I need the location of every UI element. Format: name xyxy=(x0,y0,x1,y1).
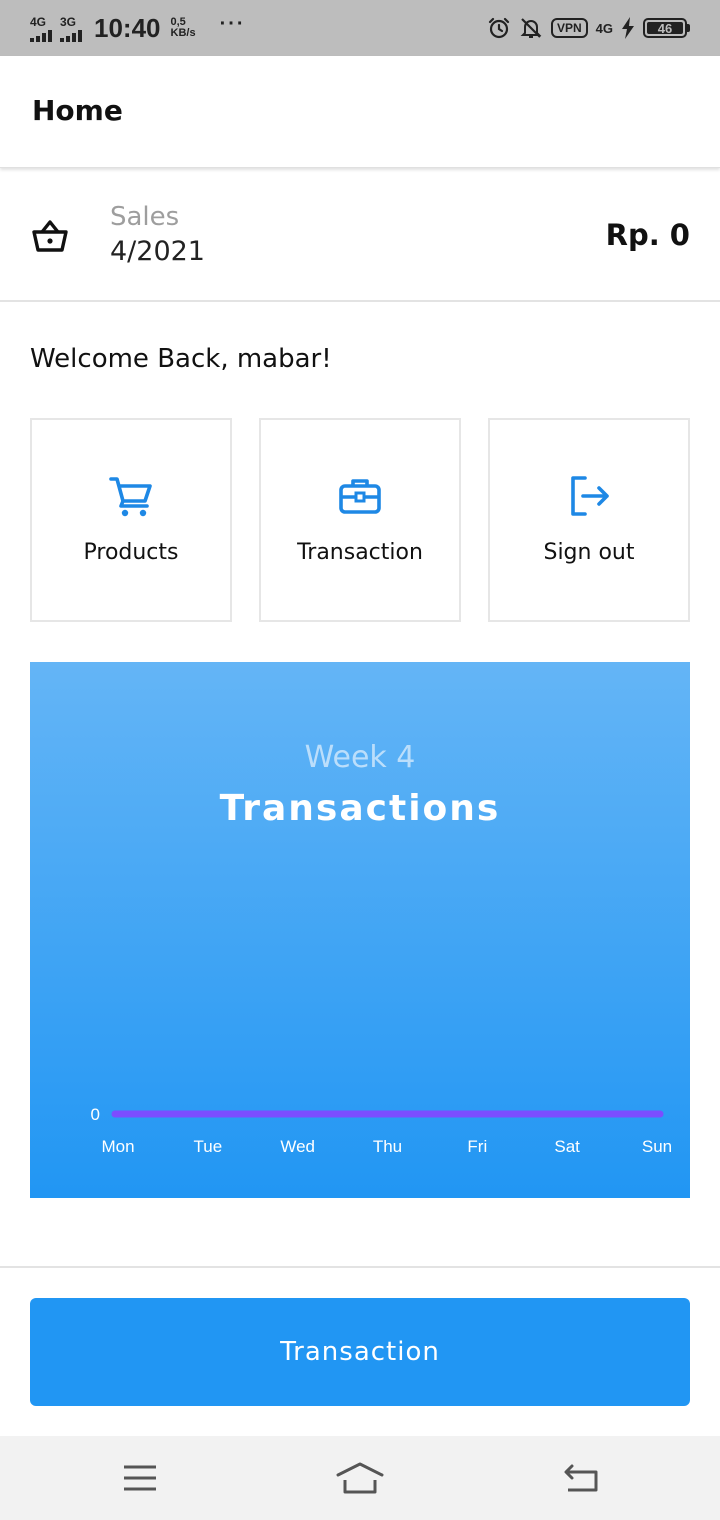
sim2-signal-icon: 3G xyxy=(60,15,82,42)
x-tick-label: Wed xyxy=(280,1137,315,1156)
clock: 10:40 xyxy=(94,12,161,43)
sales-summary: Sales 4/2021 Rp. 0 xyxy=(0,170,720,302)
x-tick-label: Fri xyxy=(467,1137,487,1156)
menu-icon xyxy=(124,1465,156,1491)
vpn-icon: VPN xyxy=(550,18,588,38)
page-title: Home xyxy=(32,94,123,127)
basket-icon xyxy=(32,220,68,252)
y-tick-label: 0 xyxy=(91,1105,100,1124)
sign-out-label: Sign out xyxy=(543,540,635,565)
transaction-card[interactable]: Transaction xyxy=(259,418,461,622)
alarm-icon xyxy=(488,17,510,39)
home-button[interactable] xyxy=(334,1456,386,1500)
x-tick-label: Thu xyxy=(373,1137,402,1156)
products-label: Products xyxy=(83,540,179,565)
welcome-message: Welcome Back, mabar! xyxy=(30,344,332,374)
cart-icon xyxy=(109,477,152,517)
transaction-label: Transaction xyxy=(297,540,423,565)
products-card[interactable]: Products xyxy=(30,418,232,622)
sim1-signal-icon: 4G xyxy=(30,15,52,42)
x-tick-label: Sun xyxy=(642,1137,672,1156)
menu-button[interactable] xyxy=(118,1456,162,1500)
sign-out-card[interactable]: Sign out xyxy=(488,418,690,622)
notifications-off-icon xyxy=(520,18,542,38)
charging-icon xyxy=(622,17,634,39)
x-tick-label: Sat xyxy=(554,1137,580,1156)
sales-period: 4/2021 xyxy=(110,236,205,267)
back-icon xyxy=(564,1464,598,1492)
transaction-button[interactable]: Transaction xyxy=(30,1298,690,1406)
status-bar: 4G 3G 10:40 0,5 KB/s ··· VPN 4G 46 xyxy=(0,0,720,56)
transactions-chart: Week 4 Transactions 0 Mon Tue Wed Thu Fri Sat S… xyxy=(30,662,690,1198)
back-button[interactable] xyxy=(558,1456,602,1500)
x-tick-label: Mon xyxy=(101,1137,134,1156)
app-bar: Home xyxy=(0,56,720,168)
menu-cards: Products Transaction Sign out xyxy=(30,418,690,622)
navigation-bar xyxy=(0,1436,720,1520)
chart-plot: 0Mon Tue Wed Thu Fri Sat Sun xyxy=(91,1105,673,1156)
x-tick-label: Tue xyxy=(193,1137,222,1156)
more-notifications-icon: ··· xyxy=(219,12,246,35)
home-icon xyxy=(336,1462,384,1494)
briefcase-icon xyxy=(339,479,381,514)
sales-label: Sales xyxy=(110,202,180,232)
sign-out-icon xyxy=(571,476,609,516)
data-network-icon: 4G xyxy=(595,20,613,36)
network-speed: 0,5 KB/s xyxy=(170,16,196,39)
divider xyxy=(0,1266,720,1268)
sales-amount: Rp. 0 xyxy=(605,218,690,252)
battery-icon: 46 xyxy=(643,18,690,38)
